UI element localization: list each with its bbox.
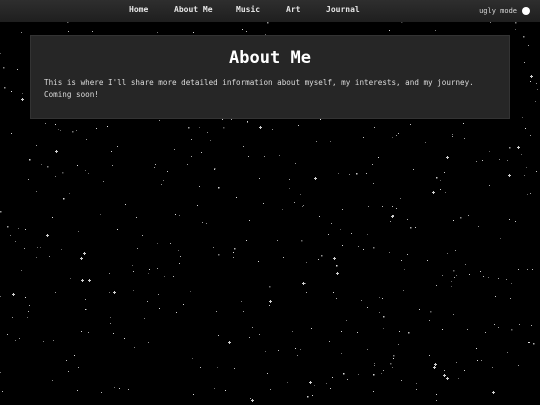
page-title: About Me bbox=[229, 48, 311, 68]
nav-about-me-link[interactable]: About Me bbox=[174, 5, 213, 14]
nav-home-link[interactable]: Home bbox=[129, 5, 148, 14]
nav-journal-link[interactable]: Journal bbox=[326, 5, 360, 14]
nav-music-link[interactable]: Music bbox=[236, 5, 260, 14]
nav-art-link[interactable]: Art bbox=[286, 5, 300, 14]
about-description: This is where I'll share more detailed i… bbox=[44, 78, 474, 99]
top-navbar: Home About Me Music Art Journal ugly mod… bbox=[0, 0, 540, 22]
toggle-switch-icon[interactable] bbox=[522, 7, 530, 15]
ugly-mode-label: ugly mode bbox=[479, 7, 517, 15]
ugly-mode-toggle[interactable]: ugly mode bbox=[479, 5, 530, 17]
about-me-panel: About Me This is where I'll share more d… bbox=[30, 35, 510, 119]
nav-links: Home About Me Music Art Journal bbox=[0, 0, 490, 22]
